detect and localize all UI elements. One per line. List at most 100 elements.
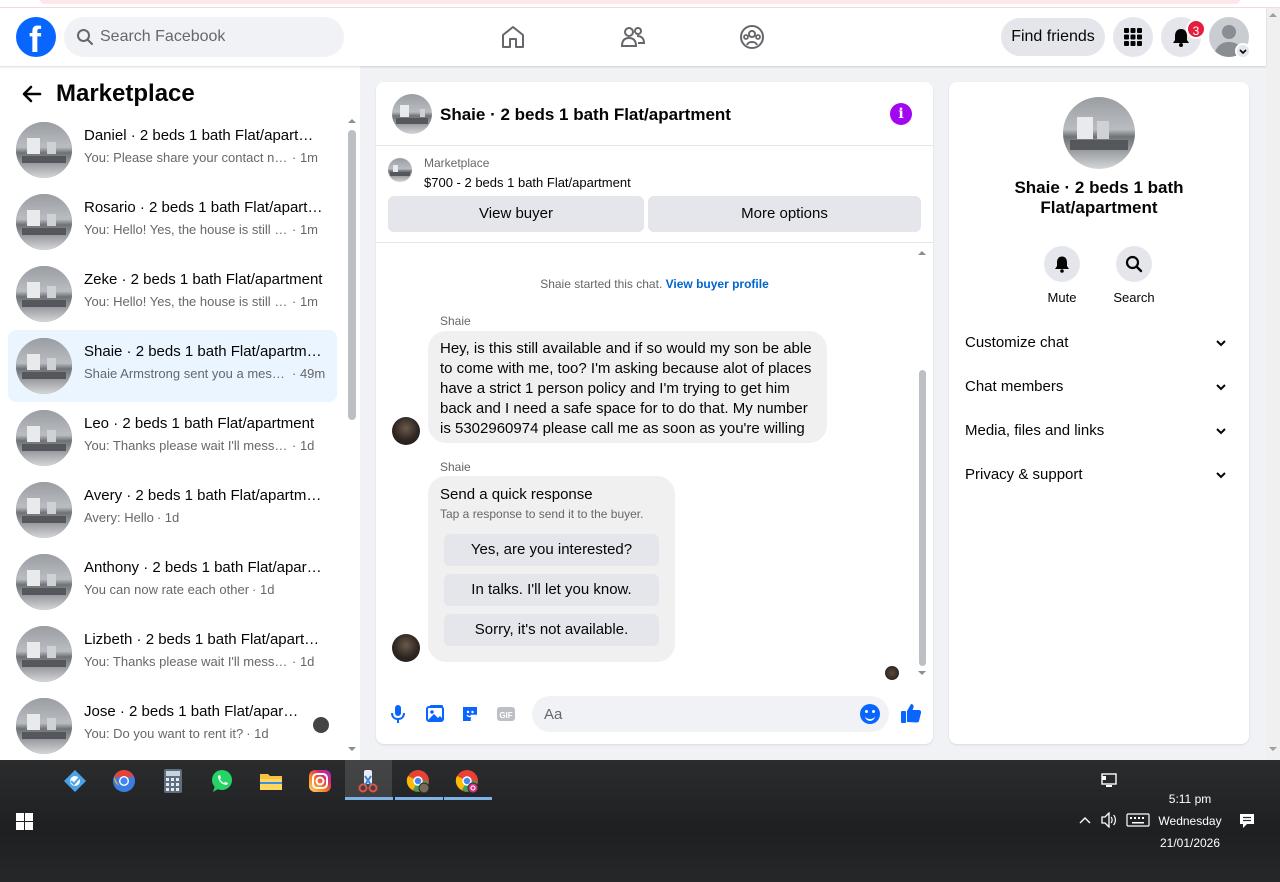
customize-chat-section[interactable]: Customize chat: [965, 325, 1233, 361]
sticker-icon[interactable]: [460, 704, 480, 724]
snippet-text: You: Thanks please wait I'll message you: [84, 654, 289, 669]
view-buyer-profile-link[interactable]: View buyer profile: [666, 277, 769, 291]
whatsapp-icon[interactable]: [209, 768, 235, 794]
windows-start-icon[interactable]: [16, 813, 33, 830]
conversation-name: Jose · 2 beds 1 bath Flat/apartment: [84, 703, 299, 720]
conversation-item[interactable]: Anthony · 2 beds 1 bath Flat/apartment Y…: [8, 546, 337, 618]
conversation-name: Rosario · 2 beds 1 bath Flat/apartment: [84, 199, 324, 216]
listing-title[interactable]: $700 - 2 beds 1 bath Flat/apartment: [424, 175, 631, 190]
listing-thumbnail: [16, 338, 72, 394]
facebook-logo[interactable]: f: [16, 17, 56, 60]
clock-date[interactable]: 21/01/2026: [1150, 836, 1230, 850]
home-icon[interactable]: [500, 24, 526, 50]
conversation-item[interactable]: Zeke · 2 beds 1 bath Flat/apartment You:…: [8, 258, 337, 330]
instagram-icon[interactable]: [307, 768, 333, 794]
chat-started-notice: Shaie started this chat. View buyer prof…: [376, 277, 933, 291]
listing-small-thumbnail: [388, 158, 412, 182]
sidebar-scroll-thumb[interactable]: [348, 130, 356, 420]
search-input[interactable]: [100, 17, 330, 57]
scroll-up-arrow-icon: [348, 119, 356, 123]
conversation-name: Leo · 2 beds 1 bath Flat/apartment: [84, 415, 315, 432]
search-label: Search: [1113, 290, 1155, 305]
snippet-time: · 1d: [156, 510, 180, 525]
keyboard-icon[interactable]: [1126, 813, 1150, 827]
microphone-icon[interactable]: [390, 704, 406, 724]
sender-avatar[interactable]: [392, 634, 420, 662]
view-buyer-button[interactable]: View buyer: [388, 196, 644, 232]
more-options-button[interactable]: More options: [648, 196, 921, 232]
clock-time[interactable]: 5:11 pm: [1155, 792, 1225, 806]
conversation-item[interactable]: Lizbeth · 2 beds 1 bath Flat/apartment Y…: [8, 618, 337, 690]
file-explorer-icon[interactable]: [258, 768, 284, 794]
chat-scroll-thumb[interactable]: [919, 370, 926, 666]
app-diamond-icon[interactable]: [62, 768, 88, 794]
thumbs-up-icon[interactable]: [900, 702, 922, 724]
snippet-time: · 1d: [292, 654, 315, 669]
photo-icon[interactable]: [425, 704, 445, 724]
scroll-down-arrow-icon: [918, 671, 926, 675]
chrome-profile-icon[interactable]: [405, 768, 431, 794]
notification-center-icon[interactable]: [1238, 812, 1256, 830]
account-menu-caret[interactable]: [1235, 43, 1251, 59]
conversation-item[interactable]: Avery · 2 beds 1 bath Flat/apartment Ave…: [8, 474, 337, 546]
search-box[interactable]: [64, 17, 344, 57]
conversation-snippet: You: Please share your contact number · 1…: [84, 150, 328, 165]
chat-members-section[interactable]: Chat members: [965, 369, 1233, 405]
message-input-field[interactable]: [532, 696, 889, 732]
conversation-snippet: Avery: Hello · 1d: [84, 510, 328, 525]
scroll-down-arrow-icon: [1269, 747, 1277, 751]
conversation-name: Shaie · 2 beds 1 bath Flat/apartment: [84, 343, 324, 360]
chat-scrollbar[interactable]: [916, 248, 928, 678]
find-friends-button[interactable]: Find friends: [1001, 18, 1105, 56]
mute-button[interactable]: [1044, 246, 1080, 282]
conversation-item[interactable]: Leo · 2 beds 1 bath Flat/apartment You: …: [8, 402, 337, 474]
search-in-chat-button[interactable]: [1116, 246, 1152, 282]
chrome-icon[interactable]: [111, 768, 137, 794]
friends-icon[interactable]: [620, 24, 646, 50]
menu-button[interactable]: [1113, 17, 1153, 57]
conversation-item[interactable]: Jose · 2 beds 1 bath Flat/apartment You:…: [8, 690, 337, 762]
quick-response-option[interactable]: Yes, are you interested?: [444, 534, 659, 566]
quick-response-option[interactable]: In talks. I'll let you know.: [444, 574, 659, 606]
message-input[interactable]: [544, 696, 844, 732]
info-title: Shaie · 2 beds 1 bath Flat/apartment: [969, 178, 1229, 218]
sender-avatar[interactable]: [392, 417, 420, 445]
message-thread: Shaie started this chat. View buyer prof…: [376, 244, 933, 684]
groups-icon[interactable]: [739, 24, 765, 50]
tray-expand-icon[interactable]: [1078, 815, 1092, 825]
scroll-down-arrow-icon: [348, 747, 356, 751]
quick-response-option[interactable]: Sorry, it's not available.: [444, 614, 659, 646]
network-monitor-icon[interactable]: [1101, 773, 1119, 789]
info-listing-thumbnail[interactable]: [1063, 97, 1135, 169]
sidebar-scrollbar[interactable]: [346, 116, 358, 756]
conversation-item[interactable]: Rosario · 2 beds 1 bath Flat/apartment Y…: [8, 186, 337, 258]
media-files-links-section[interactable]: Media, files and links: [965, 413, 1233, 449]
clock-day[interactable]: Wednesday: [1150, 814, 1230, 828]
conversation-snippet: You can now rate each other · 1d: [84, 582, 328, 597]
emoji-icon[interactable]: [860, 704, 880, 724]
chevron-down-icon: [1216, 384, 1226, 391]
chat-title[interactable]: Shaie · 2 beds 1 bath Flat/apartment: [440, 105, 731, 125]
snipping-tool-icon[interactable]: [355, 768, 381, 794]
search-action[interactable]: Search: [1104, 246, 1164, 305]
mute-action[interactable]: Mute: [1032, 246, 1092, 305]
section-label: Privacy & support: [965, 466, 1083, 483]
window-scrollbar[interactable]: [1266, 8, 1280, 760]
privacy-support-section[interactable]: Privacy & support: [965, 457, 1233, 493]
info-icon[interactable]: i: [890, 103, 912, 125]
listing-thumbnail: [16, 410, 72, 466]
svg-text:GIF: GIF: [499, 711, 512, 720]
conversation-item[interactable]: Daniel · 2 beds 1 bath Flat/apartment Yo…: [8, 114, 337, 186]
volume-icon[interactable]: [1100, 812, 1118, 828]
message-bubble[interactable]: Hey, is this still available and if so w…: [428, 331, 827, 443]
conversation-item-active[interactable]: Shaie · 2 beds 1 bath Flat/apartment Sha…: [8, 330, 337, 402]
conversation-snippet: You: Hello! Yes, the house is still avai…: [84, 222, 328, 237]
conversation-name: Anthony · 2 beds 1 bath Flat/apartment: [84, 559, 324, 576]
gif-icon[interactable]: GIF: [496, 704, 516, 724]
chat-listing-thumbnail[interactable]: [392, 94, 432, 134]
info-title-line: Shaie · 2 beds 1 bath: [1014, 178, 1184, 197]
chat-header: Shaie · 2 beds 1 bath Flat/apartment i: [376, 82, 933, 146]
chrome-profile-alt-icon[interactable]: [454, 768, 480, 794]
calculator-icon[interactable]: [160, 768, 186, 794]
back-arrow-icon[interactable]: [20, 82, 44, 106]
